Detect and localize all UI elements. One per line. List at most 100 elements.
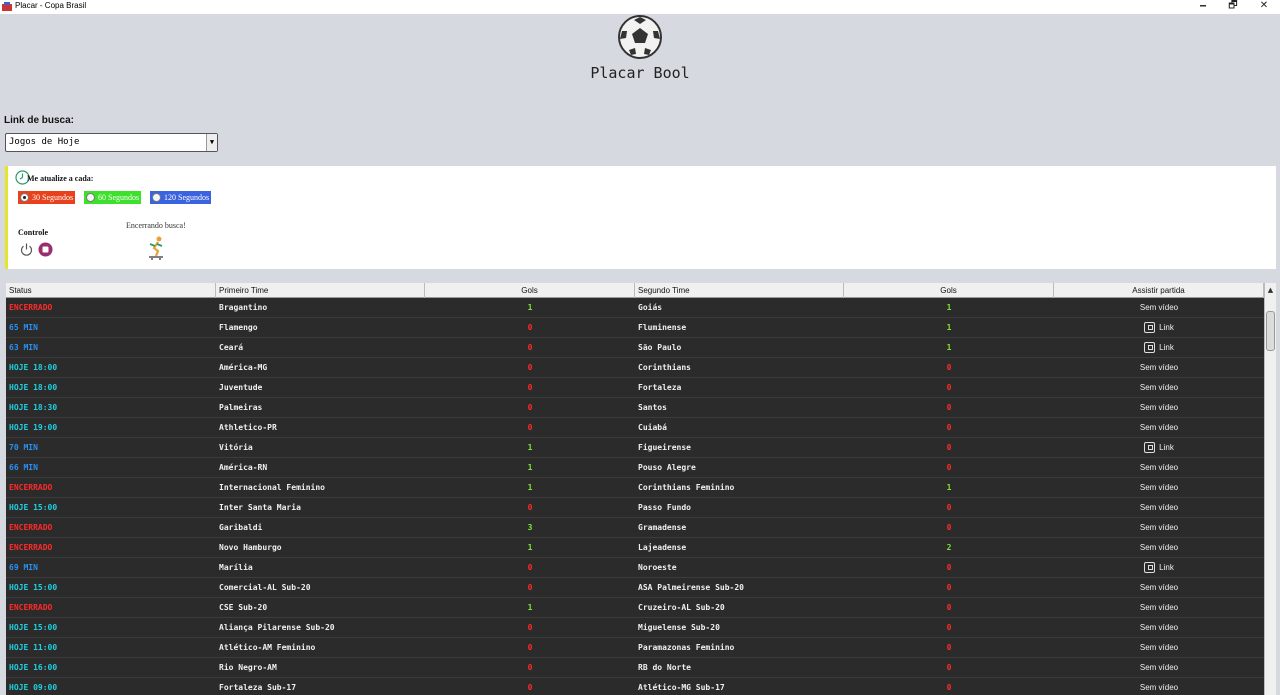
status-cell: ENCERRADO — [9, 303, 53, 312]
status-cell: HOJE 19:00 — [9, 423, 58, 432]
first-team-cell: CSE Sub-20 — [219, 603, 268, 612]
watch-link-cell[interactable]: Link — [1054, 318, 1264, 338]
table-row[interactable]: 65 MIN Flamengo 0 Fluminense 1 Link — [6, 318, 1264, 338]
stop-icon[interactable] — [38, 242, 53, 257]
minimize-button[interactable]: 🗕 — [1188, 0, 1218, 14]
first-team-goals-cell: 0 — [527, 383, 533, 392]
watch-label[interactable]: Link — [1159, 563, 1174, 572]
table-row[interactable]: 63 MIN Ceará 0 São Paulo 1 Link — [6, 338, 1264, 358]
second-team-cell: Paramazonas Feminino — [638, 643, 735, 652]
first-team-goals-cell: 1 — [527, 543, 533, 552]
control-panel — [5, 166, 1276, 269]
watch-link-cell[interactable]: Link — [1054, 438, 1264, 458]
second-team-goals-cell: 0 — [946, 363, 952, 372]
search-status-message: Encerrando busca! — [126, 221, 186, 230]
first-team-goals-cell: 1 — [527, 303, 533, 312]
close-button[interactable]: ✕ — [1249, 0, 1279, 14]
table-row[interactable]: HOJE 18:00 América-MG 0 Corinthians 0 Sem víd… — [6, 358, 1264, 378]
table-row[interactable]: HOJE 11:00 Atlético-AM Feminino 0 Paramazon… — [6, 638, 1264, 658]
radio-dot-icon — [86, 193, 95, 202]
maximize-button[interactable]: 🗗 — [1218, 0, 1248, 14]
video-link-icon[interactable] — [1144, 342, 1156, 354]
watch-label: Sem vídeo — [1139, 683, 1179, 692]
video-link-icon[interactable] — [1144, 562, 1156, 574]
radio-60-seconds-label: 60 Segundos — [98, 193, 140, 202]
table-row[interactable]: ENCERRADO CSE Sub-20 1 Cruzeiro-AL Sub-20 0 S… — [6, 598, 1264, 618]
table-row[interactable]: HOJE 16:00 Rio Negro-AM 0 RB do Norte 0 Sem v… — [6, 658, 1264, 678]
second-team-cell: Fortaleza — [638, 383, 682, 392]
status-cell: 63 MIN — [9, 343, 38, 352]
status-cell: HOJE 15:00 — [9, 583, 58, 592]
table-row[interactable]: HOJE 18:00 Juventude 0 Fortaleza 0 Sem vídeo — [6, 378, 1264, 398]
header-status[interactable]: Status — [6, 283, 216, 298]
first-team-cell: Fortaleza Sub-17 — [219, 683, 297, 692]
watch-label: Sem vídeo — [1139, 503, 1179, 512]
status-cell: HOJE 18:30 — [9, 403, 58, 412]
radio-120-seconds[interactable]: 120 Segundos — [150, 191, 212, 204]
table-row[interactable]: HOJE 09:00 Fortaleza Sub-17 0 Atlético-MG S… — [6, 678, 1264, 695]
header-watch-match[interactable]: Assistir partida — [1054, 283, 1264, 298]
header-goals-2[interactable]: Gols — [844, 283, 1054, 298]
table-row[interactable]: HOJE 18:30 Palmeiras 0 Santos 0 Sem vídeo — [6, 398, 1264, 418]
second-team-cell: ASA Palmeirense Sub-20 — [638, 583, 744, 592]
dropdown-arrow-icon[interactable]: ▼ — [206, 134, 217, 151]
table-row[interactable]: HOJE 15:00 Aliança Pilarense Sub-20 0 Migue… — [6, 618, 1264, 638]
first-team-cell: Marília — [219, 563, 253, 572]
table-body: ENCERRADO Bragantino 1 Goiás 1 Sem vídeo 65 MI… — [6, 298, 1264, 695]
table-row[interactable]: HOJE 19:00 Athletico-PR 0 Cuiabá 0 Sem vídeo — [6, 418, 1264, 438]
second-team-goals-cell: 0 — [946, 663, 952, 672]
radio-30-seconds[interactable]: 30 Segundos — [18, 191, 76, 204]
table-row[interactable]: 70 MIN Vitória 1 Figueirense 0 Link — [6, 438, 1264, 458]
no-video-cell: Sem vídeo — [1054, 538, 1264, 558]
header-goals-1[interactable]: Gols — [425, 283, 635, 298]
radio-dot-icon — [152, 193, 161, 202]
radio-120-seconds-label: 120 Segundos — [164, 193, 210, 202]
second-team-cell: Fluminense — [638, 323, 687, 332]
no-video-cell: Sem vídeo — [1054, 478, 1264, 498]
watch-link-cell[interactable]: Link — [1054, 558, 1264, 578]
no-video-cell: Sem vídeo — [1054, 298, 1264, 318]
video-link-icon[interactable] — [1144, 442, 1156, 454]
first-team-goals-cell: 1 — [527, 463, 533, 472]
status-cell: HOJE 11:00 — [9, 643, 58, 652]
status-cell: 70 MIN — [9, 443, 38, 452]
table-row[interactable]: 66 MIN América-RN 1 Pouso Alegre 0 Sem vídeo — [6, 458, 1264, 478]
watch-label[interactable]: Link — [1159, 443, 1174, 452]
watch-label[interactable]: Link — [1159, 343, 1174, 352]
second-team-cell: Santos — [638, 403, 667, 412]
second-team-cell: RB do Norte — [638, 663, 691, 672]
first-team-goals-cell: 0 — [527, 623, 533, 632]
no-video-cell: Sem vídeo — [1054, 458, 1264, 478]
table-row[interactable]: ENCERRADO Novo Hamburgo 1 Lajeadense 2 Sem ví… — [6, 538, 1264, 558]
header-first-team[interactable]: Primeiro Time — [216, 283, 425, 298]
radio-dot-icon — [20, 193, 29, 202]
header-second-team[interactable]: Segundo Time — [635, 283, 844, 298]
table-row[interactable]: HOJE 15:00 Inter Santa Maria 0 Passo Fundo 0… — [6, 498, 1264, 518]
second-team-cell: Passo Fundo — [638, 503, 691, 512]
table-row[interactable]: ENCERRADO Garibaldi 3 Gramadense 0 Sem vídeo — [6, 518, 1264, 538]
table-row[interactable]: 69 MIN Marília 0 Noroeste 0 Link — [6, 558, 1264, 578]
table-row[interactable]: ENCERRADO Internacional Feminino 1 Corinthi… — [6, 478, 1264, 498]
watch-link-cell[interactable]: Link — [1054, 338, 1264, 358]
status-cell: HOJE 16:00 — [9, 663, 58, 672]
first-team-cell: Comercial-AL Sub-20 — [219, 583, 311, 592]
no-video-cell: Sem vídeo — [1054, 498, 1264, 518]
watch-label: Sem vídeo — [1139, 383, 1179, 392]
table-row[interactable]: HOJE 15:00 Comercial-AL Sub-20 0 ASA Palmei… — [6, 578, 1264, 598]
video-link-icon[interactable] — [1144, 322, 1156, 334]
vertical-scrollbar[interactable]: ▲ — [1264, 283, 1276, 695]
first-team-goals-cell: 0 — [527, 563, 533, 572]
power-icon[interactable] — [19, 242, 34, 257]
first-team-cell: Bragantino — [219, 303, 268, 312]
search-link-select[interactable]: Jogos de Hoje ▼ — [5, 133, 218, 152]
table-row[interactable]: ENCERRADO Bragantino 1 Goiás 1 Sem vídeo — [6, 298, 1264, 318]
scrollbar-thumb[interactable] — [1266, 311, 1275, 351]
watch-label[interactable]: Link — [1159, 323, 1174, 332]
scroll-up-arrow-icon[interactable]: ▲ — [1265, 283, 1276, 298]
second-team-goals-cell: 1 — [946, 323, 952, 332]
second-team-cell: Cuiabá — [638, 423, 667, 432]
radio-60-seconds[interactable]: 60 Segundos — [84, 191, 142, 204]
second-team-cell: Figueirense — [638, 443, 691, 452]
first-team-cell: América-RN — [219, 463, 268, 472]
second-team-goals-cell: 0 — [946, 403, 952, 412]
